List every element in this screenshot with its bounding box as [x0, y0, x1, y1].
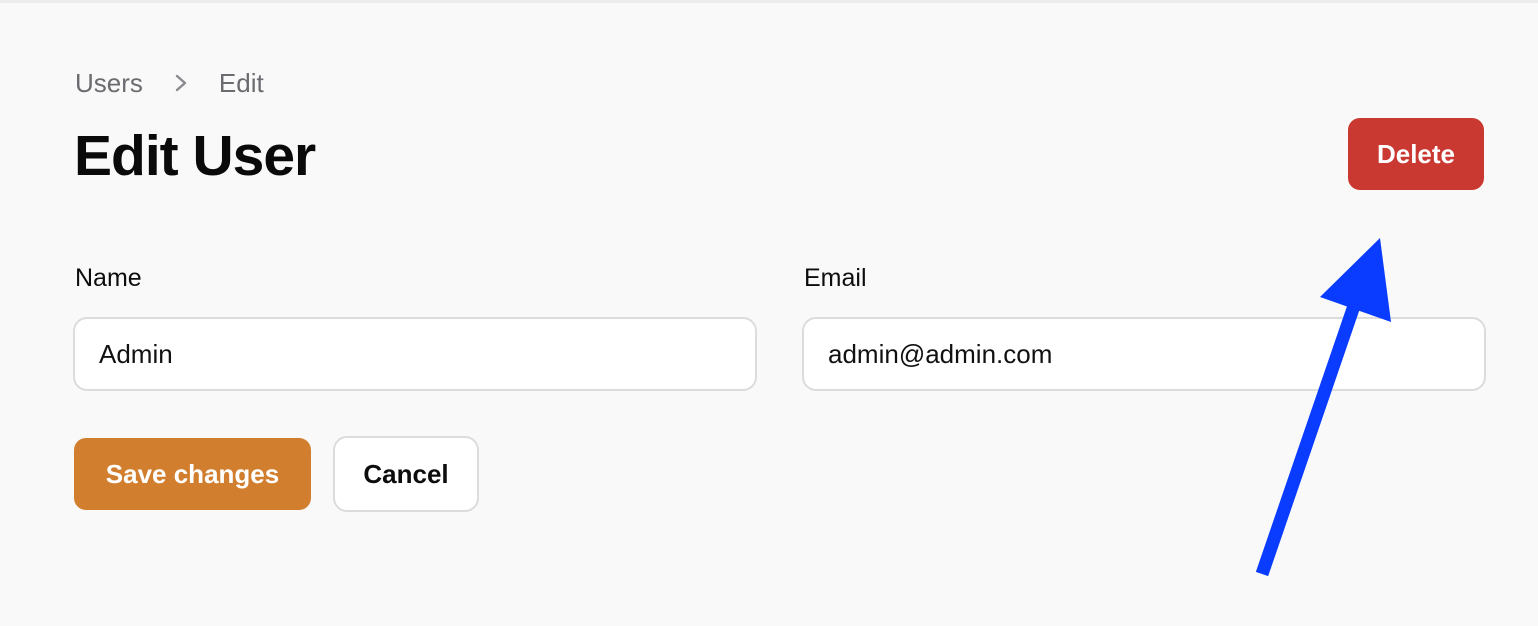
- breadcrumb: Users Edit: [75, 66, 264, 100]
- breadcrumb-current: Edit: [218, 67, 264, 98]
- top-divider: [0, 0, 1538, 3]
- email-label: Email: [804, 264, 867, 292]
- page-title: Edit User: [74, 124, 316, 188]
- breadcrumb-users-link[interactable]: Users: [75, 68, 143, 99]
- delete-button[interactable]: Delete: [1348, 118, 1484, 190]
- cancel-button[interactable]: Cancel: [333, 436, 479, 512]
- name-label: Name: [75, 264, 142, 292]
- annotation-arrow-head: [1320, 238, 1391, 322]
- save-changes-button[interactable]: Save changes: [74, 438, 311, 510]
- chevron-right-icon: [163, 66, 199, 100]
- email-input[interactable]: [802, 317, 1486, 391]
- name-input[interactable]: [73, 317, 757, 391]
